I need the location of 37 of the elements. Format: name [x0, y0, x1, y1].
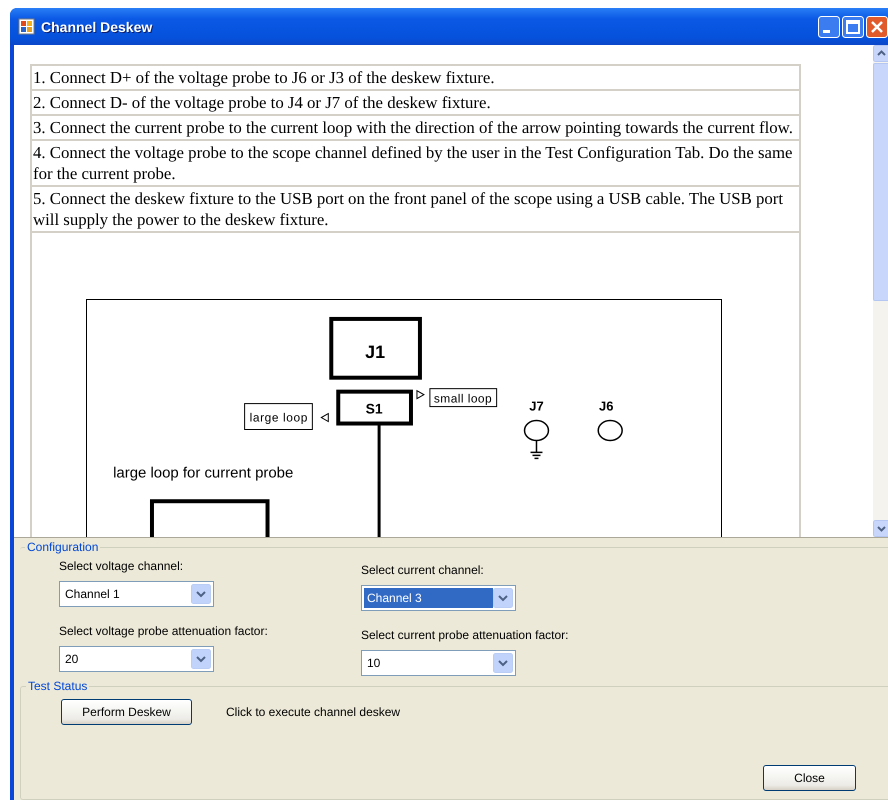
perform-deskew-button[interactable]: Perform Deskew [61, 699, 192, 725]
window-title: Channel Deskew [41, 18, 154, 34]
scroll-down-icon[interactable] [873, 520, 888, 537]
small-loop-label: small loop [429, 388, 498, 408]
field-label: Select current probe attenuation factor: [361, 628, 570, 642]
j7-label: J7 [529, 398, 544, 414]
j6-connector [598, 420, 623, 442]
scrollbar[interactable] [873, 45, 888, 537]
app-icon [18, 18, 35, 35]
instruction-text: 1. Connect D+ of the voltage probe to J6 or J3 of the deskew fixture. [33, 67, 496, 88]
dropdown[interactable]: 20 [59, 646, 214, 672]
instruction-text: 4. Connect the voltage probe to the scope channel defined by the user in the Test Configuration Tab. Do the same for the current probe. [33, 142, 794, 184]
field-label: Select voltage probe attenuation factor: [59, 624, 269, 638]
group-title: Configuration [25, 540, 100, 554]
instruction-text: 3. Connect the current probe to the current loop with the direction of the arrow pointing towards the current flow. [33, 117, 794, 138]
field-label: Select voltage channel: [59, 559, 184, 573]
dropdown[interactable]: Channel 3 [361, 585, 516, 611]
dropdown[interactable]: 10 [361, 650, 516, 676]
s1-box: S1 [336, 390, 413, 426]
scroll-up-icon[interactable] [873, 45, 888, 62]
j1-box: J1 [329, 316, 422, 380]
minimize-icon[interactable] [818, 16, 840, 38]
large-loop-label: large loop [244, 403, 313, 430]
j6-label: J6 [599, 398, 614, 414]
close-button[interactable]: Close [763, 765, 856, 791]
instruction-text: 5. Connect the deskew fixture to the USB port on the front panel of the scope using a USB cable. The USB port will supply the power to the deskew fixture. [33, 188, 784, 230]
j7-connector [524, 420, 550, 460]
instruction-text: 2. Connect D- of the voltage probe to J4 or J7 of the deskew fixture. [33, 92, 492, 113]
maximize-icon[interactable] [842, 16, 864, 38]
dropdown[interactable]: Channel 1 [59, 581, 214, 607]
field-label: Select current channel: [361, 563, 485, 577]
group-title: Test Status [26, 679, 90, 693]
close-icon[interactable] [866, 16, 888, 38]
status-message: Click to execute channel deskew [226, 705, 400, 719]
triangle-icon [416, 390, 425, 400]
triangle-icon [320, 412, 329, 422]
diagram-caption: large loop for current probe [113, 464, 294, 482]
